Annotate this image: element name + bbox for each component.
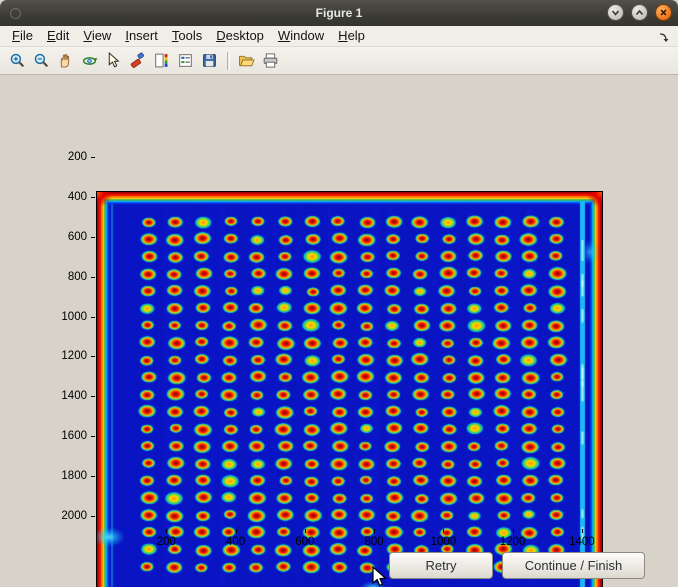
x-tick-label: 600 xyxy=(283,536,327,549)
y-tick-label: 1000 xyxy=(49,311,87,324)
toolbar-colorbar[interactable] xyxy=(150,50,172,72)
colorbar-icon xyxy=(153,52,170,69)
brush-icon xyxy=(129,52,146,69)
toolbar-separator xyxy=(227,52,230,70)
y-tick xyxy=(91,516,95,517)
y-tick xyxy=(91,157,95,158)
retry-button[interactable]: Retry xyxy=(389,552,493,579)
y-tick xyxy=(91,476,95,477)
x-tick-label: 400 xyxy=(214,536,258,549)
toolbar-open[interactable] xyxy=(235,50,257,72)
chevron-down-icon xyxy=(610,7,621,18)
menu-tools[interactable]: Tools xyxy=(172,26,202,46)
data-cursor-icon xyxy=(105,52,122,69)
window-title: Figure 1 xyxy=(0,0,678,26)
open-icon xyxy=(238,52,255,69)
toolbar-pan[interactable] xyxy=(54,50,76,72)
y-tick-label: 200 xyxy=(49,151,87,164)
mouse-cursor xyxy=(372,566,388,587)
x-tick-label: 1000 xyxy=(421,536,465,549)
x-tick-label: 1200 xyxy=(491,536,535,549)
y-tick-label: 1200 xyxy=(49,350,87,363)
y-tick xyxy=(91,356,95,357)
y-tick-label: 600 xyxy=(49,231,87,244)
x-tick-label: 200 xyxy=(144,536,188,549)
menu-window[interactable]: Window xyxy=(278,26,324,46)
toolbar-rotate-3d[interactable] xyxy=(78,50,100,72)
menu-desktop[interactable]: Desktop xyxy=(216,26,264,46)
y-tick-label: 2000 xyxy=(49,510,87,523)
y-tick-label: 800 xyxy=(49,271,87,284)
y-tick xyxy=(91,197,95,198)
close-button[interactable] xyxy=(655,4,672,21)
titlebar[interactable]: Figure 1 xyxy=(0,0,678,26)
menubar: File Edit View Insert Tools Desktop Window Help xyxy=(0,26,678,47)
x-tick xyxy=(513,529,514,533)
x-tick xyxy=(305,529,306,533)
x-tick xyxy=(582,529,583,533)
y-tick xyxy=(91,436,95,437)
menu-help[interactable]: Help xyxy=(338,26,365,46)
toolbar-zoom-out[interactable] xyxy=(30,50,52,72)
window-controls xyxy=(607,4,672,21)
continue-finish-button[interactable]: Continue / Finish xyxy=(502,552,645,579)
maximize-button[interactable] xyxy=(631,4,648,21)
y-tick-label: 1600 xyxy=(49,430,87,443)
x-tick xyxy=(166,529,167,533)
x-tick xyxy=(374,529,375,533)
y-tick-label: 1800 xyxy=(49,470,87,483)
axes-frame xyxy=(96,191,603,587)
x-tick-label: 1400 xyxy=(560,536,604,549)
toolbar-data-cursor[interactable] xyxy=(102,50,124,72)
menu-file[interactable]: File xyxy=(12,26,33,46)
figure-content: 200 400 600 800 1000 1200 1400 200 400 600 800 1000… xyxy=(0,75,678,587)
x-tick xyxy=(443,529,444,533)
menu-view[interactable]: View xyxy=(83,26,111,46)
rotate-3d-icon xyxy=(81,52,98,69)
minimize-button[interactable] xyxy=(607,4,624,21)
y-tick xyxy=(91,396,95,397)
toolbar-zoom-in[interactable] xyxy=(6,50,28,72)
pan-icon xyxy=(57,52,74,69)
y-tick-label: 400 xyxy=(49,191,87,204)
y-tick xyxy=(91,317,95,318)
print-icon xyxy=(262,52,279,69)
toolbar-legend[interactable] xyxy=(174,50,196,72)
toolbar-brush[interactable] xyxy=(126,50,148,72)
x-tick xyxy=(236,529,237,533)
menu-insert[interactable]: Insert xyxy=(125,26,158,46)
toolbar xyxy=(0,47,678,75)
x-tick-label: 800 xyxy=(352,536,396,549)
y-tick xyxy=(91,237,95,238)
y-tick xyxy=(91,277,95,278)
zoom-out-icon xyxy=(33,52,50,69)
y-tick-label: 1400 xyxy=(49,390,87,403)
menu-overflow-icon[interactable] xyxy=(658,30,670,48)
save-icon xyxy=(201,52,218,69)
figure-window: Figure 1 File Edit View Insert Tools Desktop W… xyxy=(0,0,678,587)
toolbar-save[interactable] xyxy=(198,50,220,72)
chevron-up-icon xyxy=(634,7,645,18)
toolbar-print[interactable] xyxy=(259,50,281,72)
menu-edit[interactable]: Edit xyxy=(47,26,69,46)
zoom-in-icon xyxy=(9,52,26,69)
legend-icon xyxy=(177,52,194,69)
close-icon xyxy=(658,7,669,18)
